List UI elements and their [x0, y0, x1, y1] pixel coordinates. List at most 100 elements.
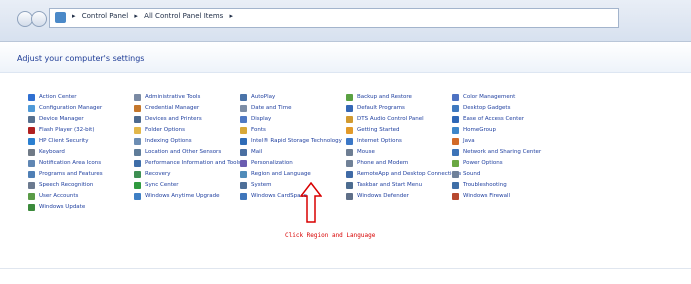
control-panel-item[interactable]: Getting Started — [346, 125, 452, 136]
breadcrumb-separator: ▸ — [134, 12, 138, 20]
control-panel-item[interactable]: Device Manager — [28, 114, 134, 125]
empty-slot — [452, 213, 558, 224]
control-panel-item-label: Fonts — [251, 127, 266, 133]
globe-icon — [240, 171, 247, 178]
annotation-arrow — [300, 182, 322, 223]
empty-slot — [28, 213, 134, 224]
control-panel-item-label: DTS Audio Control Panel — [357, 116, 424, 122]
control-panel-item-label: Taskbar and Start Menu — [357, 182, 423, 188]
java-icon — [452, 138, 459, 145]
control-panel-item[interactable]: HP Client Security — [28, 136, 134, 147]
control-panel-item[interactable]: Mouse — [346, 147, 452, 158]
control-panel-item[interactable]: Internet Options — [346, 136, 452, 147]
default-programs-icon — [346, 105, 353, 112]
control-panel-item[interactable]: Recovery — [134, 169, 240, 180]
control-panel-item-label: Performance Information and Tools — [145, 160, 241, 166]
upgrade-icon — [134, 193, 141, 200]
control-panel-item[interactable]: Configuration Manager — [28, 103, 134, 114]
control-panel-item[interactable]: Sync Center — [134, 180, 240, 191]
control-panel-item[interactable]: Location and Other Sensors — [134, 147, 240, 158]
control-panel-item[interactable]: Notification Area Icons — [28, 158, 134, 169]
control-panel-item[interactable]: Windows Defender — [346, 191, 452, 202]
control-panel-item[interactable]: Action Center — [28, 92, 134, 103]
troubleshoot-icon — [452, 182, 459, 189]
control-panel-item[interactable]: Administrative Tools — [134, 92, 240, 103]
control-panel-item[interactable]: Default Programs — [346, 103, 452, 114]
control-panel-item[interactable]: AutoPlay — [240, 92, 346, 103]
security-icon — [28, 138, 35, 145]
control-panel-item[interactable]: Region and Language — [240, 169, 346, 180]
control-panel-item[interactable]: Ease of Access Center — [452, 114, 558, 125]
control-panel-item[interactable]: Devices and Printers — [134, 114, 240, 125]
control-panel-item-label: Internet Options — [357, 138, 402, 144]
control-panel-icon — [55, 12, 66, 23]
internet-icon — [346, 138, 353, 145]
control-panel-item[interactable]: System — [240, 180, 346, 191]
control-panel-item-label: Notification Area Icons — [39, 160, 102, 166]
control-panel-item[interactable]: Phone and Modem — [346, 158, 452, 169]
flash-icon — [28, 127, 35, 134]
control-panel-item-label: Windows Firewall — [463, 193, 511, 199]
control-panel-item[interactable]: HomeGroup — [452, 125, 558, 136]
breadcrumb-control-panel[interactable]: Control Panel — [82, 12, 128, 20]
control-panel-item[interactable]: Folder Options — [134, 125, 240, 136]
control-panel-item-label: Java — [463, 138, 475, 144]
control-panel-item[interactable]: DTS Audio Control Panel — [346, 114, 452, 125]
indexing-icon — [134, 138, 141, 145]
control-panel-item[interactable]: Color Management — [452, 92, 558, 103]
control-panel-item-label: Administrative Tools — [145, 94, 201, 100]
control-panel-item[interactable]: Desktop Gadgets — [452, 103, 558, 114]
control-panel-item[interactable]: Personalization — [240, 158, 346, 169]
control-panel-item-label: Windows CardSpace — [251, 193, 307, 199]
network-icon — [452, 149, 459, 156]
forward-button[interactable] — [31, 11, 47, 27]
notification-icon — [28, 160, 35, 167]
control-panel-item[interactable]: Taskbar and Start Menu — [346, 180, 452, 191]
control-panel-item[interactable]: Windows Update — [28, 202, 134, 213]
control-panel-item[interactable]: Troubleshooting — [452, 180, 558, 191]
control-panel-item-label: HP Client Security — [39, 138, 89, 144]
clock-icon — [240, 105, 247, 112]
display-icon — [240, 116, 247, 123]
control-panel-item[interactable]: Programs and Features — [28, 169, 134, 180]
breadcrumb-separator: ▸ — [72, 12, 76, 20]
control-panel-item-label: Ease of Access Center — [463, 116, 524, 122]
control-panel-item-label: Mail — [251, 149, 263, 155]
printer-icon — [134, 116, 141, 123]
control-panel-item[interactable]: Credential Manager — [134, 103, 240, 114]
control-panel-item[interactable]: Keyboard — [28, 147, 134, 158]
address-field[interactable]: ▸ Control Panel ▸ All Control Panel Item… — [49, 8, 619, 28]
control-panel-item-label: Backup and Restore — [357, 94, 412, 100]
control-panel-item[interactable]: Date and Time — [240, 103, 346, 114]
control-panel-item[interactable]: Speech Recognition — [28, 180, 134, 191]
device-icon — [28, 116, 35, 123]
control-panel-item[interactable]: Network and Sharing Center — [452, 147, 558, 158]
empty-slot — [134, 213, 240, 224]
control-panel-item[interactable]: User Accounts — [28, 191, 134, 202]
control-panel-item-label: User Accounts — [39, 193, 79, 199]
breadcrumb-separator: ▸ — [229, 12, 234, 20]
empty-slot — [346, 202, 452, 213]
control-panel-item[interactable]: RemoteApp and Desktop Connections — [346, 169, 461, 180]
control-panel-item[interactable]: Fonts — [240, 125, 346, 136]
control-panel-item[interactable]: Power Options — [452, 158, 558, 169]
control-panel-item[interactable]: Windows CardSpace — [240, 191, 346, 202]
control-panel-item-label: Sound — [463, 171, 481, 177]
control-panel-item[interactable]: Backup and Restore — [346, 92, 452, 103]
breadcrumb-all-items[interactable]: All Control Panel Items — [144, 12, 223, 20]
control-panel-item-label: Display — [251, 116, 272, 122]
control-panel-item[interactable]: Display — [240, 114, 346, 125]
control-panel-item[interactable]: Performance Information and Tools — [134, 158, 241, 169]
control-panel-item[interactable]: Indexing Options — [134, 136, 240, 147]
keyboard-icon — [28, 149, 35, 156]
control-panel-item[interactable]: Java — [452, 136, 558, 147]
control-panel-item[interactable]: Sound — [452, 169, 558, 180]
control-panel-item[interactable]: Mail — [240, 147, 346, 158]
gadgets-icon — [452, 105, 459, 112]
control-panel-item-label: Default Programs — [357, 105, 405, 111]
control-panel-item[interactable]: Windows Anytime Upgrade — [134, 191, 240, 202]
power-icon — [452, 160, 459, 167]
control-panel-item[interactable]: Flash Player (32-bit) — [28, 125, 134, 136]
control-panel-item[interactable]: Windows Firewall — [452, 191, 558, 202]
control-panel-item[interactable]: Intel® Rapid Storage Technology — [240, 136, 346, 147]
